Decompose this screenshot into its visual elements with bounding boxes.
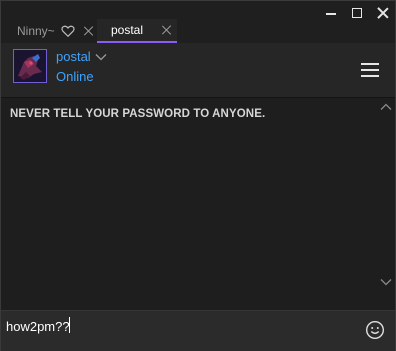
text-caret [69,317,70,333]
contact-name: postal [56,49,91,64]
chevron-down-icon[interactable] [95,53,107,61]
chat-window: Ninny~ postal postal Online NEVER TELL Y… [0,0,396,351]
message-area: NEVER TELL YOUR PASSWORD TO ANYONE. [1,98,395,310]
close-tab-postal-icon[interactable] [161,24,173,36]
maximize-button[interactable] [351,7,363,19]
contact-status: Online [56,69,94,84]
window-controls [325,7,389,19]
tab-ninny[interactable]: Ninny~ [1,19,97,43]
close-window-button[interactable] [377,7,389,19]
heart-icon[interactable] [61,24,75,38]
composer-bar [1,310,395,351]
scroll-up-icon[interactable] [380,103,392,111]
avatar[interactable] [13,49,47,83]
close-tab-ninny-icon[interactable] [83,25,95,37]
minimize-button[interactable] [325,7,337,19]
avatar-image [14,50,46,82]
contact-header: postal Online [1,43,395,98]
contact-name-row[interactable]: postal [56,49,107,64]
title-bar: Ninny~ postal [1,1,395,43]
tab-label: Ninny~ [17,24,55,38]
tab-postal[interactable]: postal [97,19,177,43]
menu-icon[interactable] [361,63,379,77]
emoji-icon[interactable] [365,320,385,340]
message-input[interactable] [6,315,346,337]
security-notice: NEVER TELL YOUR PASSWORD TO ANYONE. [10,108,266,120]
scroll-down-icon[interactable] [380,278,392,286]
tab-label: postal [111,23,144,37]
tab-strip: Ninny~ postal [1,19,177,43]
